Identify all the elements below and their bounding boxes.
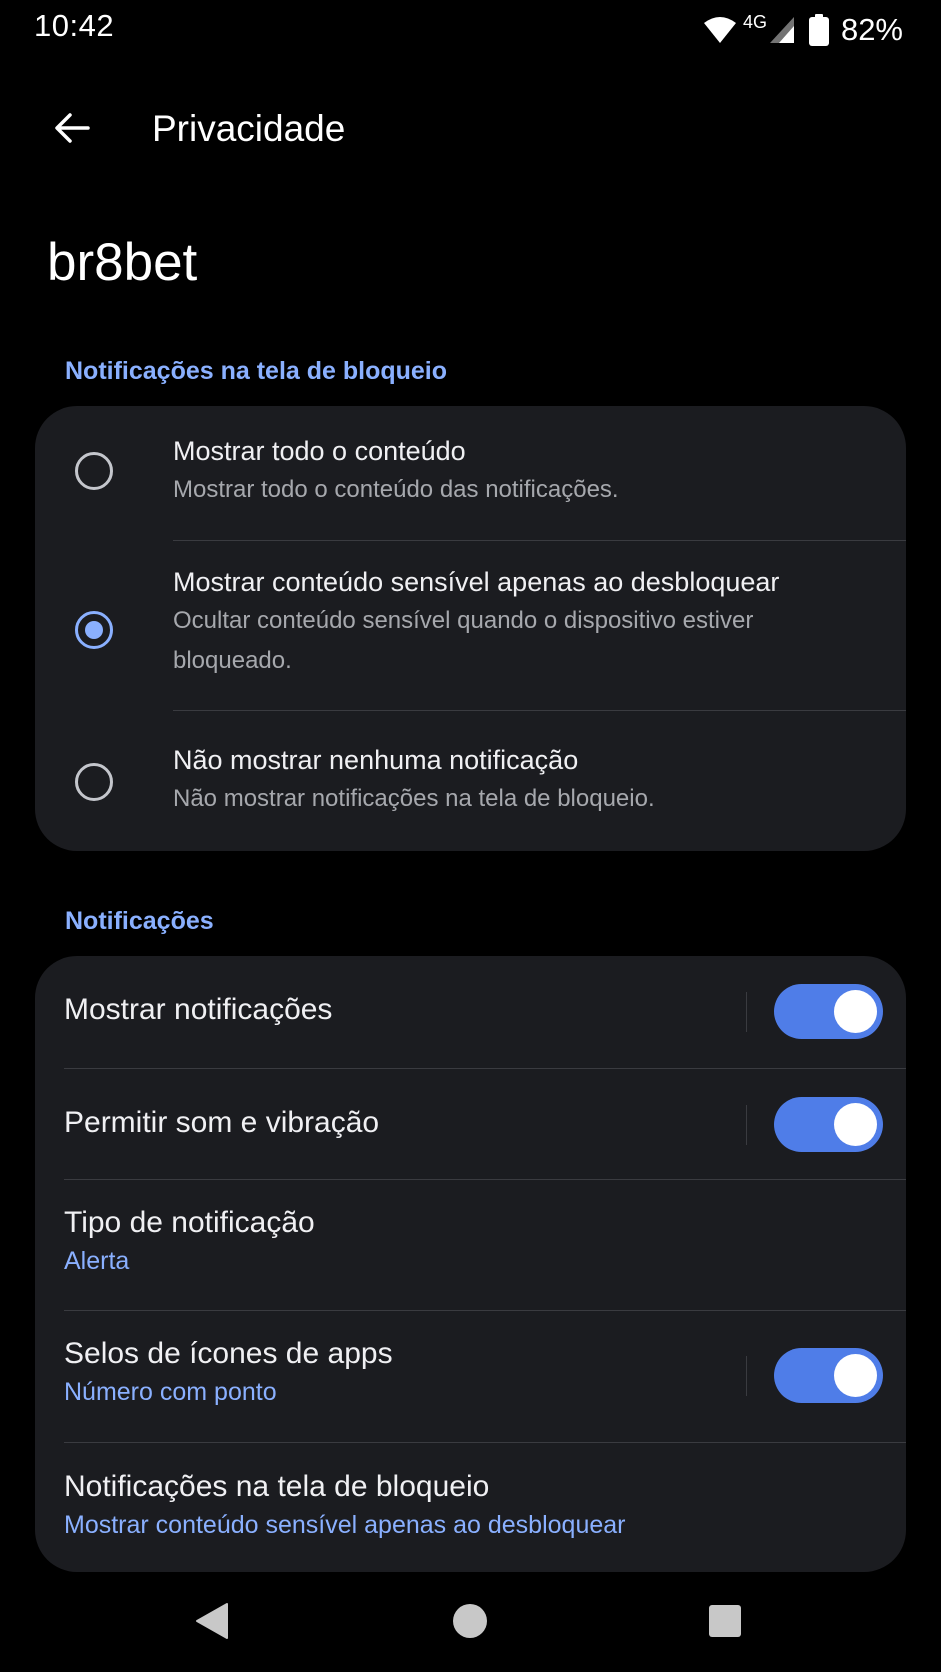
- back-button[interactable]: [40, 98, 104, 162]
- option-subtitle: Ocultar conteúdo sensível quando o dispo…: [173, 607, 754, 674]
- setting-subtitle: Número com ponto: [64, 1378, 277, 1406]
- vertical-separator: [746, 1356, 747, 1396]
- setting-notification-type[interactable]: Tipo de notificação Alerta: [35, 1180, 906, 1310]
- page-title: Privacidade: [152, 108, 346, 149]
- network-type-label: 4G: [742, 11, 767, 32]
- nav-recents-button[interactable]: [695, 1598, 755, 1648]
- setting-title: Selos de ícones de apps: [64, 1337, 393, 1370]
- option-title: Mostrar conteúdo sensível apenas ao desb…: [173, 567, 780, 597]
- setting-title: Mostrar notificações: [64, 993, 333, 1026]
- option-subtitle: Mostrar todo o conteúdo das notificações…: [173, 476, 619, 503]
- radio-button-selected[interactable]: [75, 611, 113, 649]
- setting-title: Notificações na tela de bloqueio: [64, 1470, 490, 1503]
- battery-percentage: 82%: [840, 12, 903, 47]
- status-bar: 10:42 4G 82%: [0, 0, 941, 60]
- app-name: br8bet: [47, 233, 198, 292]
- setting-app-icon-badges[interactable]: Selos de ícones de apps Número com ponto: [35, 1311, 906, 1441]
- arrow-back-icon: [52, 108, 92, 153]
- lockscreen-section-header: Notificações na tela de bloqueio: [65, 357, 448, 385]
- radio-option-sensitive-on-unlock[interactable]: Mostrar conteúdo sensível apenas ao desb…: [35, 541, 906, 717]
- recents-square-icon: [708, 1604, 742, 1643]
- setting-show-notifications[interactable]: Mostrar notificações: [35, 956, 906, 1068]
- option-title: Mostrar todo o conteúdo: [173, 436, 466, 466]
- status-icons: 4G 82%: [703, 10, 903, 50]
- nav-home-button[interactable]: [440, 1598, 500, 1648]
- app-icon-badges-toggle[interactable]: [774, 1348, 883, 1403]
- setting-sound-vibration[interactable]: Permitir som e vibração: [35, 1069, 906, 1179]
- battery-icon: [808, 14, 829, 46]
- navigation-bar: [0, 1572, 941, 1672]
- home-circle-icon: [452, 1603, 488, 1644]
- lockscreen-options-card: Mostrar todo o conteúdo Mostrar todo o c…: [35, 406, 906, 851]
- signal-icon: [769, 16, 795, 44]
- wifi-icon: [703, 16, 737, 44]
- vertical-separator: [746, 1105, 747, 1145]
- radio-button[interactable]: [75, 452, 113, 490]
- option-title: Não mostrar nenhuma notificação: [173, 745, 579, 775]
- setting-title: Tipo de notificação: [64, 1206, 315, 1239]
- notifications-card: Mostrar notificações Permitir som e vibr…: [35, 956, 906, 1572]
- setting-subtitle: Alerta: [64, 1247, 130, 1275]
- radio-option-hide-all[interactable]: Não mostrar nenhuma notificação Não most…: [35, 711, 906, 851]
- setting-subtitle: Mostrar conteúdo sensível apenas ao desb…: [64, 1511, 626, 1539]
- status-time: 10:42: [34, 8, 115, 43]
- show-notifications-toggle[interactable]: [774, 984, 883, 1039]
- vertical-separator: [746, 992, 747, 1032]
- notifications-section-header: Notificações: [65, 907, 214, 935]
- option-subtitle: Não mostrar notificações na tela de bloq…: [173, 785, 655, 812]
- radio-option-show-all[interactable]: Mostrar todo o conteúdo Mostrar todo o c…: [35, 406, 906, 540]
- nav-back-button[interactable]: [182, 1598, 242, 1648]
- sound-vibration-toggle[interactable]: [774, 1097, 883, 1152]
- setting-title: Permitir som e vibração: [64, 1106, 380, 1139]
- setting-lockscreen-notifications[interactable]: Notificações na tela de bloqueio Mostrar…: [35, 1443, 906, 1572]
- back-triangle-icon: [194, 1602, 230, 1645]
- radio-button[interactable]: [75, 763, 113, 801]
